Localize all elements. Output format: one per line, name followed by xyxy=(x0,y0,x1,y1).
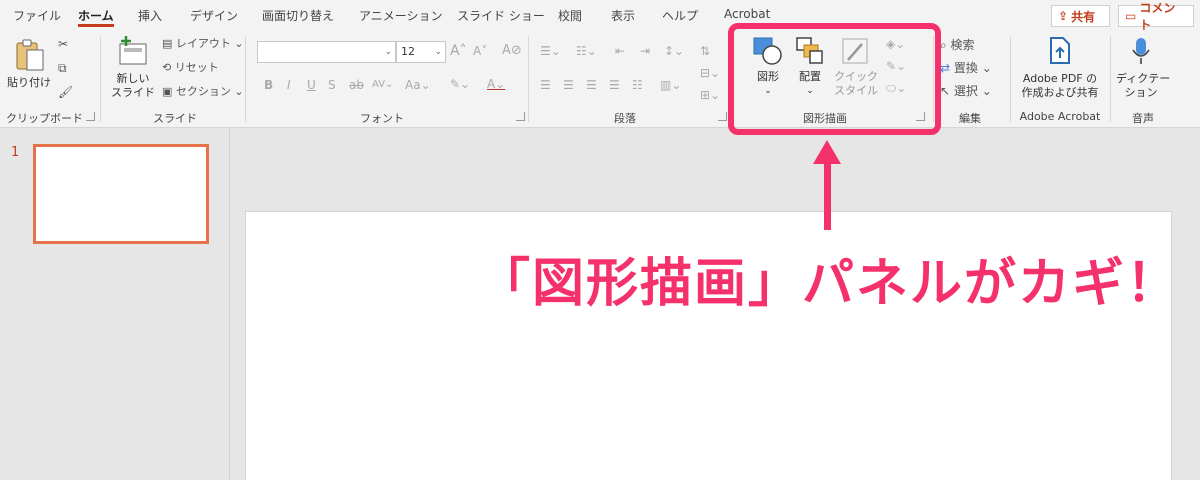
slide-number: 1 xyxy=(11,145,20,160)
ribbon: 貼り付け ✂ ⧉ 🖌 クリップボード 新しい スライド ▤ レイアウト ⌄ ⟲ … xyxy=(0,32,1200,128)
format-painter-icon[interactable]: 🖌 xyxy=(58,85,73,99)
share-icon: ⇪ xyxy=(1058,9,1069,23)
reset-button[interactable]: ⟲ リセット xyxy=(162,61,219,75)
font-color-icon[interactable]: A⌄ xyxy=(487,77,505,91)
justify-icon[interactable]: ☰ xyxy=(609,78,620,92)
tab-file[interactable]: ファイル xyxy=(13,7,61,24)
bullets-icon[interactable]: ☰⌄ xyxy=(540,44,561,58)
align-text-icon[interactable]: ⊟⌄ xyxy=(700,66,720,80)
slide-thumbnail[interactable] xyxy=(33,144,209,244)
underline-icon[interactable]: U xyxy=(307,78,316,92)
clipboard-group-label: クリップボード xyxy=(6,112,83,125)
highlight-pen-icon[interactable]: ✎⌄ xyxy=(450,77,470,91)
replace-icon: ⇄ xyxy=(940,61,954,75)
group-divider xyxy=(1110,36,1111,122)
tab-review[interactable]: 校閲 xyxy=(558,7,582,24)
columns-icon[interactable]: ▥⌄ xyxy=(660,78,681,92)
tab-design[interactable]: デザイン xyxy=(190,7,238,24)
select-button[interactable]: ↖ 選択 ⌄ xyxy=(940,84,992,98)
tab-view[interactable]: 表示 xyxy=(611,7,635,24)
reset-icon: ⟲ xyxy=(162,61,175,74)
share-button[interactable]: ⇪ 共有 xyxy=(1051,5,1110,27)
text-direction-icon[interactable]: ⇅ xyxy=(700,44,710,58)
acrobat-group-label: Adobe Acrobat xyxy=(1019,110,1101,123)
group-divider xyxy=(528,36,529,122)
shadow-icon[interactable]: S xyxy=(328,78,336,92)
numbering-icon[interactable]: ☷⌄ xyxy=(576,44,597,58)
decrease-indent-icon[interactable]: ⇤ xyxy=(615,44,625,58)
section-icon: ▣ xyxy=(162,85,176,98)
adobe-pdf-button[interactable]: Adobe PDF の 作成および共有 xyxy=(1016,36,1104,104)
new-slide-icon xyxy=(119,36,147,65)
grow-font-icon[interactable]: A˄ xyxy=(450,44,467,58)
pdf-share-icon xyxy=(1050,37,1070,64)
layout-icon: ▤ xyxy=(162,37,176,50)
tab-insert[interactable]: 挿入 xyxy=(138,7,162,24)
font-launcher-icon[interactable] xyxy=(516,112,525,121)
clipboard-launcher-icon[interactable] xyxy=(86,112,95,121)
increase-indent-icon[interactable]: ⇥ xyxy=(640,44,650,58)
char-spacing-icon[interactable]: AV⌄ xyxy=(372,78,393,92)
align-left-icon[interactable]: ☰ xyxy=(540,78,551,92)
change-case-icon[interactable]: Aa⌄ xyxy=(405,78,431,92)
tab-slideshow[interactable]: スライド ショー xyxy=(457,7,545,24)
chevron-down-icon: ⌄ xyxy=(434,47,442,57)
comments-button[interactable]: ▭ コメント xyxy=(1118,1,1194,32)
new-slide-button[interactable]: 新しい スライド xyxy=(108,36,158,104)
microphone-icon xyxy=(1132,38,1150,64)
align-right-icon[interactable]: ☰ xyxy=(586,78,597,92)
slides-group-label: スライド xyxy=(153,112,197,125)
copy-icon[interactable]: ⧉ xyxy=(58,61,67,75)
layout-button[interactable]: ▤ レイアウト ⌄ xyxy=(162,37,244,51)
annotation-arrow xyxy=(824,160,831,230)
paste-icon xyxy=(16,39,44,71)
tab-home[interactable]: ホーム xyxy=(78,7,114,27)
drawing-group-highlight xyxy=(728,23,941,135)
shrink-font-icon[interactable]: A˅ xyxy=(473,44,487,58)
chevron-down-icon: ⌄ xyxy=(384,47,392,57)
section-button[interactable]: ▣ セクション ⌄ xyxy=(162,85,244,99)
group-divider xyxy=(245,36,246,122)
smartart-icon[interactable]: ⊞⌄ xyxy=(700,88,720,102)
paragraph-launcher-icon[interactable] xyxy=(718,112,727,121)
font-name-select[interactable]: ⌄ xyxy=(257,41,396,63)
italic-icon[interactable]: I xyxy=(287,78,291,92)
paste-button[interactable]: 貼り付け xyxy=(7,38,51,102)
clear-format-icon[interactable]: A⊘ xyxy=(502,44,522,58)
tab-animations[interactable]: アニメーション xyxy=(359,7,443,24)
paragraph-group-label: 段落 xyxy=(614,112,636,125)
ribbon-tab-bar: ファイル ホーム 挿入 デザイン 画面切り替え アニメーション スライド ショー… xyxy=(0,0,1200,32)
bold-icon[interactable]: B xyxy=(264,78,273,92)
group-divider xyxy=(100,36,101,122)
align-center-icon[interactable]: ☰ xyxy=(563,78,574,92)
replace-button[interactable]: ⇄ 置換 ⌄ xyxy=(940,61,992,75)
editing-group-label: 編集 xyxy=(959,112,981,125)
dictate-button[interactable]: ディクテー ション xyxy=(1116,36,1170,104)
voice-group-label: 音声 xyxy=(1132,112,1154,125)
tab-help[interactable]: ヘルプ xyxy=(662,7,698,24)
comment-icon: ▭ xyxy=(1125,9,1137,23)
cut-icon[interactable]: ✂ xyxy=(58,37,68,51)
font-group-label: フォント xyxy=(360,112,404,125)
distributed-icon[interactable]: ☷ xyxy=(632,78,643,92)
paste-label: 貼り付け xyxy=(7,76,51,89)
strikethrough-icon[interactable]: ab xyxy=(349,78,364,92)
font-size-select[interactable]: 12 ⌄ xyxy=(396,41,446,63)
line-spacing-icon[interactable]: ↕⌄ xyxy=(664,44,684,58)
tab-acrobat[interactable]: Acrobat xyxy=(724,7,770,21)
annotation-callout: 「図形描画」パネルがカギ！ xyxy=(478,254,1181,314)
find-button[interactable]: ⌕ 検索 xyxy=(940,38,975,52)
cursor-icon: ↖ xyxy=(940,84,954,98)
tab-transitions[interactable]: 画面切り替え xyxy=(262,7,334,24)
group-divider xyxy=(1010,36,1011,122)
search-icon: ⌕ xyxy=(940,38,951,52)
